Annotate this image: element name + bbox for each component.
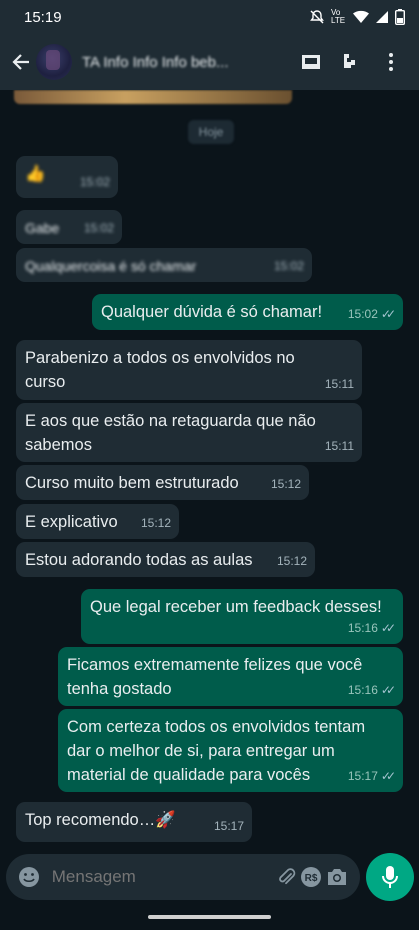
chat-header: TA Info Info Info beb... bbox=[0, 34, 419, 90]
emoji-icon bbox=[18, 867, 39, 887]
wifi-icon bbox=[353, 10, 369, 23]
phone-call-icon bbox=[344, 54, 355, 68]
message-bubble[interactable]: E explicativo 15:12 bbox=[16, 504, 179, 539]
attach-button[interactable] bbox=[273, 862, 299, 892]
network-label: Vo LTE bbox=[331, 8, 346, 25]
payment-button[interactable]: R$ bbox=[299, 862, 325, 892]
back-button[interactable] bbox=[8, 49, 34, 75]
message-time: 15:02 bbox=[347, 307, 378, 321]
message-time: 15:02 bbox=[273, 259, 304, 273]
read-ticks-icon: ✓✓ bbox=[380, 307, 396, 321]
camera-icon bbox=[328, 869, 347, 885]
attach-icon bbox=[278, 868, 295, 885]
message-bubble[interactable]: Qualquer dúvida é só chamar! 15:02 ✓✓ bbox=[92, 294, 403, 330]
message-time: 15:12 bbox=[276, 554, 307, 568]
media-thumbnail[interactable] bbox=[14, 90, 292, 104]
mute-icon bbox=[310, 10, 324, 24]
read-ticks-icon: ✓✓ bbox=[380, 621, 396, 635]
message-meta: 15:17 ✓✓ bbox=[347, 764, 396, 788]
message-time: 15:12 bbox=[270, 477, 301, 491]
message-time: 15:11 bbox=[324, 439, 354, 453]
message-text: Top recomendo…🚀 bbox=[25, 811, 176, 829]
message-bubble[interactable]: Que legal receber um feedback desses! 15… bbox=[81, 589, 403, 644]
back-arrow-icon bbox=[12, 54, 29, 70]
read-ticks-icon: ✓✓ bbox=[380, 769, 396, 783]
message-time: 15:16 bbox=[347, 683, 378, 697]
message-bubble[interactable]: Top recomendo…🚀 15:17 bbox=[16, 802, 252, 842]
message-bubble[interactable]: Com certeza todos os envolvidos tentam d… bbox=[58, 709, 403, 792]
camera-button[interactable] bbox=[324, 862, 350, 892]
message-composer: R$ bbox=[6, 854, 360, 900]
message-time: 15:02 bbox=[79, 175, 110, 189]
message-text: E aos que estão na retaguarda que não sa… bbox=[25, 412, 316, 454]
message-text: Com certeza todos os envolvidos tentam d… bbox=[67, 718, 366, 784]
battery-icon bbox=[395, 9, 405, 25]
emoji-button[interactable] bbox=[16, 862, 42, 892]
message-input[interactable] bbox=[41, 867, 273, 887]
message-bubble[interactable]: Ficamos extremamente felizes que você te… bbox=[58, 647, 403, 706]
message-meta: 15:16 ✓✓ bbox=[347, 616, 396, 640]
phone-call-button[interactable] bbox=[331, 42, 371, 82]
status-icons: Vo LTE bbox=[309, 9, 405, 25]
mic-icon bbox=[382, 866, 398, 888]
message-meta: 15:16 ✓✓ bbox=[347, 678, 396, 702]
message-meta: 15:02 ✓✓ bbox=[347, 302, 396, 326]
signal-icon bbox=[376, 11, 388, 23]
voice-message-button[interactable] bbox=[366, 853, 414, 901]
message-time: 15:02 bbox=[83, 221, 114, 235]
message-bubble[interactable]: Qualquercoisa é só chamar 15:02 bbox=[16, 248, 312, 282]
message-text: Qualquercoisa é só chamar bbox=[25, 258, 197, 274]
message-time: 15:16 bbox=[347, 621, 378, 635]
status-time: 15:19 bbox=[24, 8, 62, 26]
message-text: Curso muito bem estruturado bbox=[25, 474, 239, 492]
payment-icon: R$ bbox=[301, 867, 322, 887]
message-time: 15:11 bbox=[324, 377, 354, 391]
message-bubble[interactable]: Estou adorando todas as aulas 15:12 bbox=[16, 542, 315, 577]
video-call-icon bbox=[302, 55, 320, 69]
navigation-bar bbox=[0, 904, 419, 930]
message-time: 15:17 bbox=[347, 769, 378, 783]
chat-area[interactable]: Hoje 👍 15:02 Gabe 15:02 Qualquercoisa é … bbox=[0, 90, 419, 852]
more-icon bbox=[389, 53, 393, 71]
svg-text:R$: R$ bbox=[305, 873, 318, 884]
message-text: Estou adorando todas as aulas bbox=[25, 551, 253, 569]
message-bubble[interactable]: Curso muito bem estruturado 15:12 bbox=[16, 465, 309, 500]
message-time: 15:17 bbox=[213, 819, 244, 833]
message-bubble[interactable]: Gabe 15:02 bbox=[16, 210, 122, 244]
message-text: Parabenizo a todos os envolvidos no curs… bbox=[25, 349, 295, 391]
more-options-button[interactable] bbox=[371, 42, 411, 82]
status-bar: 15:19 Vo LTE bbox=[0, 0, 419, 34]
message-time: 15:12 bbox=[140, 516, 171, 530]
avatar[interactable] bbox=[36, 44, 72, 80]
message-bubble[interactable]: 👍 15:02 bbox=[16, 156, 118, 198]
video-call-button[interactable] bbox=[291, 42, 331, 82]
contact-name[interactable]: TA Info Info Info beb... bbox=[82, 54, 291, 71]
message-bubble[interactable]: E aos que estão na retaguarda que não sa… bbox=[16, 403, 362, 462]
read-ticks-icon: ✓✓ bbox=[380, 683, 396, 697]
message-text: Ficamos extremamente felizes que você te… bbox=[67, 656, 363, 698]
date-chip: Hoje bbox=[188, 120, 234, 144]
home-gesture-handle[interactable] bbox=[148, 915, 271, 919]
message-bubble[interactable]: Parabenizo a todos os envolvidos no curs… bbox=[16, 340, 362, 400]
